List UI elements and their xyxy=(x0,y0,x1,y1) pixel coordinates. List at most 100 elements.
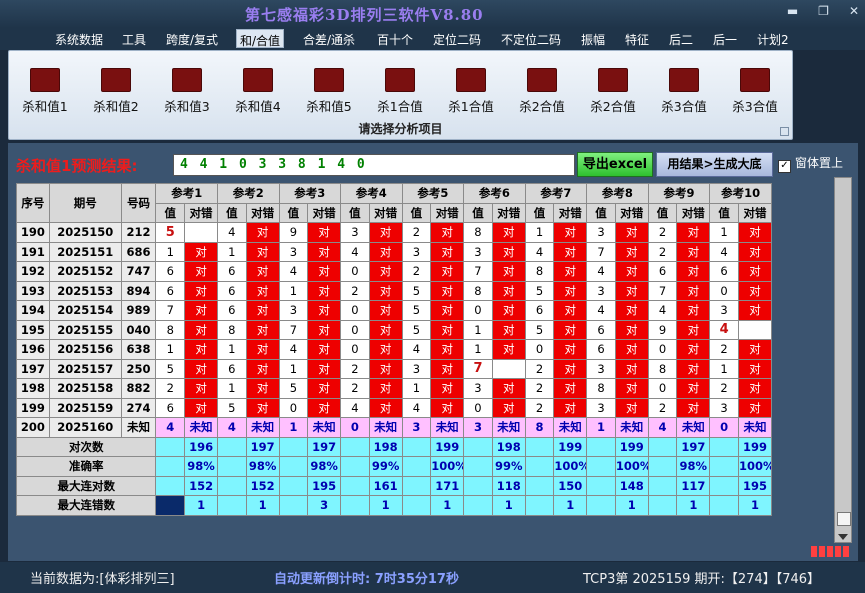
menu-item-unfixed-two[interactable]: 不定位二码 xyxy=(501,31,561,48)
stat-spacer-cell xyxy=(647,456,678,477)
group-header[interactable]: 参考3 xyxy=(278,183,342,204)
menu-item-sum[interactable]: 和/合值 xyxy=(236,29,285,48)
reference-value: 4 xyxy=(401,397,432,418)
reference-value: 4 xyxy=(586,300,616,321)
row-seq: 193 xyxy=(16,280,50,301)
result-correct-cell: 对 xyxy=(491,300,526,321)
table-row[interactable]: 192 2025152 747 6 对 6 对 4 对 0 对 2 对 7 对 8 对 4 对 6 对 6 对 xyxy=(16,261,773,282)
result-correct-cell: 对 xyxy=(491,222,526,243)
group-header[interactable]: 参考2 xyxy=(216,183,280,204)
result-correct-cell: 对 xyxy=(307,241,342,262)
ribbon-button-kill-sum-1[interactable]: 杀和值1 xyxy=(15,68,75,115)
generate-base-button[interactable]: 用结果>生成大底 xyxy=(656,152,773,177)
ribbon-button-kill-combo-3b[interactable]: 杀3合值 xyxy=(725,68,785,115)
restore-icon[interactable]: ❐ xyxy=(818,4,829,18)
menu-item-span[interactable]: 跨度/复式 xyxy=(166,31,218,48)
menu-item-last-two[interactable]: 后二 xyxy=(669,31,693,48)
group-header[interactable]: 参考5 xyxy=(401,183,465,204)
pending-row[interactable]: 200 2025160 未知 4 未知 4 未知 1 未知 0 未知 3 未知 3 未知 8 未知 1 未知 4 未知 0… xyxy=(16,417,773,438)
stat-value: 152 xyxy=(245,475,280,496)
menu-item-last-one[interactable]: 后一 xyxy=(713,31,737,48)
reference-value: 1 xyxy=(278,280,309,301)
export-excel-button[interactable]: 导出excel xyxy=(577,152,653,177)
group-header[interactable]: 参考1 xyxy=(155,183,218,204)
sub-header-value: 值 xyxy=(586,202,616,223)
menu-item-system-data[interactable]: 系统数据 xyxy=(55,31,103,48)
ribbon-button-kill-sum-3[interactable]: 杀和值3 xyxy=(157,68,217,115)
ribbon-button-kill-combo-3a[interactable]: 杀3合值 xyxy=(654,68,714,115)
menu-item-fixed-two[interactable]: 定位二码 xyxy=(433,31,481,48)
chart-icon xyxy=(30,68,60,92)
row-code: 686 xyxy=(120,241,157,262)
table-row[interactable]: 193 2025153 894 6 对 6 对 1 对 2 对 5 对 8 对 5 对 3 对 7 对 0 对 xyxy=(16,280,773,301)
scrollbar-thumb[interactable] xyxy=(837,512,851,526)
stat-value: 1 xyxy=(430,495,465,516)
stat-spacer-cell xyxy=(278,495,309,516)
ribbon-button-kill-combo-2a[interactable]: 杀2合值 xyxy=(512,68,572,115)
reference-value: 6 xyxy=(709,261,739,282)
result-correct-cell: 对 xyxy=(737,261,773,282)
reference-value: 2 xyxy=(340,280,370,301)
row-code: 未知 xyxy=(120,417,157,438)
group-header[interactable]: 参考4 xyxy=(340,183,403,204)
table-row[interactable]: 194 2025154 989 7 对 6 对 3 对 0 对 5 对 0 对 6 对 4 对 4 对 3 对 xyxy=(16,300,773,321)
ribbon-button-kill-sum-2[interactable]: 杀和值2 xyxy=(86,68,146,115)
group-header[interactable]: 参考10 xyxy=(709,183,772,204)
stat-spacer-cell xyxy=(216,436,247,457)
reference-value: 2 xyxy=(340,358,370,379)
stat-value: 117 xyxy=(676,475,711,496)
ribbon-button-kill-combo-2b[interactable]: 杀2合值 xyxy=(583,68,643,115)
menu-item-amplitude[interactable]: 振幅 xyxy=(581,31,605,48)
window-controls: ▬ ❐ ✕ xyxy=(787,4,859,18)
stat-spacer-cell xyxy=(524,456,555,477)
minimize-icon[interactable]: ▬ xyxy=(787,4,798,18)
table-row[interactable]: 199 2025159 274 6 对 5 对 0 对 4 对 4 对 0 对 2 对 3 对 2 对 3 对 xyxy=(16,397,773,418)
ribbon-button-kill-combo-1a[interactable]: 杀1合值 xyxy=(370,68,430,115)
group-header[interactable]: 参考7 xyxy=(524,183,588,204)
ribbon-button-kill-sum-4[interactable]: 杀和值4 xyxy=(228,68,288,115)
stat-label: 准确率 xyxy=(15,456,157,477)
menu-item-plan[interactable]: 计划2 xyxy=(757,31,789,48)
row-period: 2025158 xyxy=(48,378,122,399)
reference-value: 2 xyxy=(524,378,555,399)
vertical-scrollbar[interactable] xyxy=(834,177,852,543)
reference-value: 1 xyxy=(463,319,493,340)
result-correct-cell: 对 xyxy=(307,397,342,418)
table-row[interactable]: 190 2025150 212 5 4 对 9 对 3 对 2 对 8 对 1 对 3 对 2 对 1 对 xyxy=(16,222,773,243)
result-correct-cell: 对 xyxy=(614,397,649,418)
table-row[interactable]: 196 2025156 638 1 对 1 对 4 对 0 对 4 对 1 对 0 对 6 对 0 对 2 对 xyxy=(16,339,773,360)
result-correct-cell: 对 xyxy=(553,378,588,399)
result-correct-cell: 对 xyxy=(737,358,773,379)
result-correct-cell: 对 xyxy=(307,358,342,379)
row-code: 274 xyxy=(120,397,157,418)
ribbon-button-kill-sum-5[interactable]: 杀和值5 xyxy=(299,68,359,115)
close-icon[interactable]: ✕ xyxy=(849,4,859,18)
reference-value: 0 xyxy=(340,261,370,282)
result-correct-cell: 对 xyxy=(614,339,649,360)
table-row[interactable]: 198 2025158 882 2 对 1 对 5 对 2 对 1 对 3 对 2 对 8 对 0 对 2 对 xyxy=(16,378,773,399)
prediction-result-field[interactable]: 4 4 1 0 3 3 8 1 4 0 xyxy=(173,154,575,176)
menu-item-diff[interactable]: 合差/通杀 xyxy=(303,31,355,48)
reference-value: 1 xyxy=(216,378,247,399)
ribbon-expand-icon[interactable] xyxy=(780,127,789,136)
reference-value: 1 xyxy=(216,339,247,360)
result-correct-cell: 对 xyxy=(184,300,218,321)
group-header[interactable]: 参考8 xyxy=(586,183,649,204)
table-row[interactable]: 191 2025151 686 1 对 1 对 3 对 4 对 3 对 3 对 4 对 7 对 2 对 4 对 xyxy=(16,241,773,262)
sub-header-value: 值 xyxy=(155,202,186,223)
group-header[interactable]: 参考9 xyxy=(647,183,711,204)
reference-value: 4 xyxy=(216,417,247,438)
scroll-down-icon[interactable] xyxy=(838,534,848,540)
stat-value: 171 xyxy=(430,475,465,496)
result-correct-cell: 对 xyxy=(676,261,711,282)
table-row[interactable]: 195 2025155 040 8 对 8 对 7 对 0 对 5 对 1 对 5 对 6 对 9 对 4 xyxy=(16,319,773,340)
table-row[interactable]: 197 2025157 250 5 对 6 对 1 对 2 对 3 对 7 2 对 3 对 8 对 1 对 xyxy=(16,358,773,379)
menu-item-features[interactable]: 特征 xyxy=(625,31,649,48)
page-indicator xyxy=(811,546,849,557)
group-header[interactable]: 参考6 xyxy=(463,183,526,204)
ribbon-button-kill-combo-1b[interactable]: 杀1合值 xyxy=(441,68,501,115)
stay-on-top-checkbox[interactable]: ✓ 窗体置上 xyxy=(778,154,843,173)
menu-item-tools[interactable]: 工具 xyxy=(122,31,146,48)
row-period: 2025160 xyxy=(48,417,122,438)
menu-item-positions[interactable]: 百十个 xyxy=(377,31,413,48)
